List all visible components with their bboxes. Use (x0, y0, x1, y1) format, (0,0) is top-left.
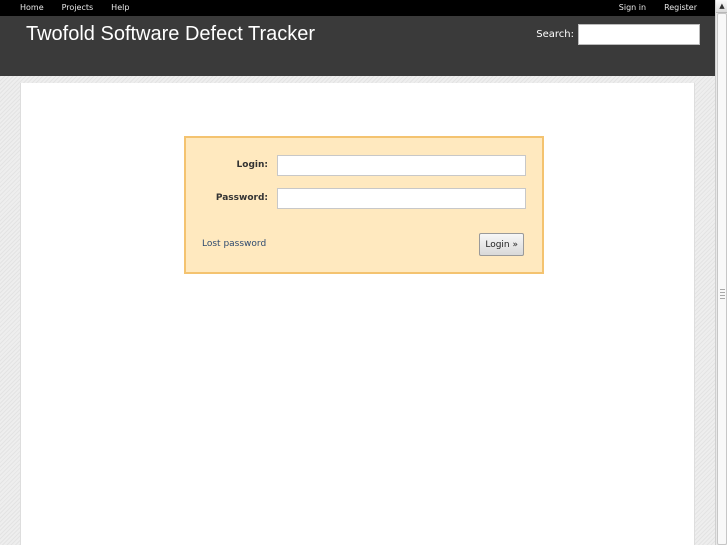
up-arrow-icon[interactable]: ▲ (716, 0, 727, 13)
register-link[interactable]: Register (664, 0, 697, 16)
search-label: Search: (536, 29, 574, 40)
grip-icon (720, 289, 725, 299)
lost-password-link[interactable]: Lost password (202, 239, 266, 249)
login-row: Login: (186, 154, 542, 176)
login-button[interactable]: Login » (479, 233, 524, 256)
search-input[interactable] (578, 24, 700, 45)
top-menu: Home Projects Help Sign in Register (0, 0, 715, 16)
header: Twofold Software Defect Tracker Search: (0, 16, 715, 76)
quick-search: Search: (536, 24, 700, 45)
password-input[interactable] (277, 187, 526, 209)
scrollbar-thumb[interactable] (717, 13, 727, 545)
vertical-scrollbar[interactable]: ▲ (715, 0, 727, 545)
login-input[interactable] (277, 154, 526, 176)
sign-in-link[interactable]: Sign in (619, 0, 646, 16)
help-link[interactable]: Help (111, 0, 129, 16)
account-menu: Sign in Register (601, 0, 697, 16)
login-label: Login: (236, 160, 268, 170)
page-background: Login: Password: Lost password Login » (0, 76, 715, 545)
password-row: Password: (186, 187, 542, 209)
password-label: Password: (215, 193, 268, 203)
top-menu-left: Home Projects Help (20, 0, 147, 16)
projects-link[interactable]: Projects (62, 0, 94, 16)
login-form: Login: Password: Lost password Login » (184, 136, 544, 274)
site-title: Twofold Software Defect Tracker (26, 23, 316, 45)
home-link[interactable]: Home (20, 0, 44, 16)
main-content: Login: Password: Lost password Login » (20, 83, 695, 545)
browser-viewport: Home Projects Help Sign in Register Twof… (0, 0, 727, 545)
